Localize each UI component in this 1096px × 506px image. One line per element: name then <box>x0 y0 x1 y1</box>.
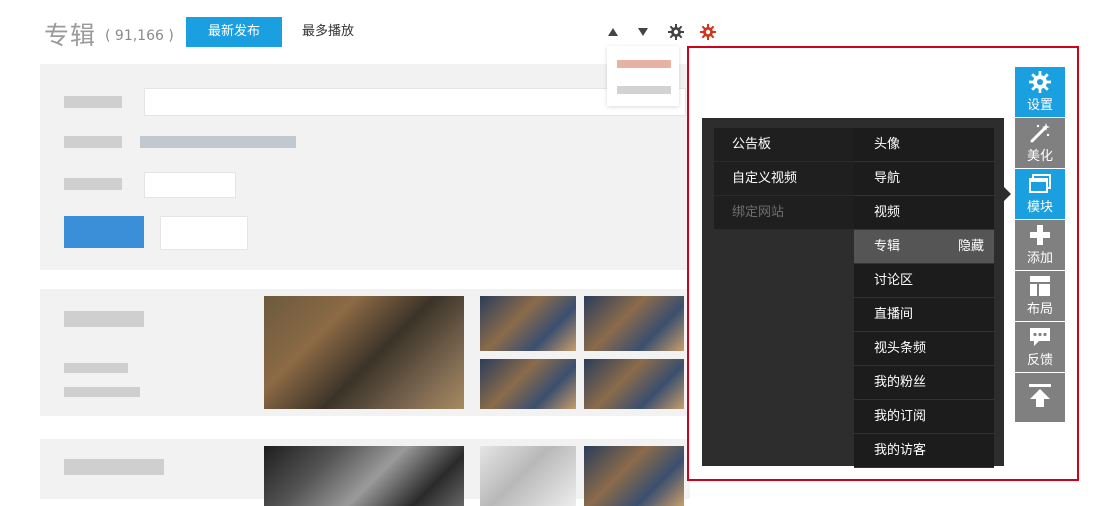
toolbar-label: 布局 <box>1026 302 1053 317</box>
module-menu-right-column: 头像 导航 视频 专辑 隐藏 讨论区 直播间 视头条频 我的粉丝 我的订阅 我的… <box>854 128 994 468</box>
menu-item-navigation[interactable]: 导航 <box>854 162 994 196</box>
video-thumbnail <box>480 296 576 351</box>
album-meta <box>64 363 128 373</box>
gear-icon <box>1029 71 1051 99</box>
video-thumbnail <box>584 296 684 351</box>
menu-item-my-visitors[interactable]: 我的访客 <box>854 434 994 468</box>
menu-item-my-fans[interactable]: 我的粉丝 <box>854 366 994 400</box>
toolbar-label: 设置 <box>1026 98 1053 113</box>
toolbar-add-button[interactable]: 添加 <box>1015 220 1065 270</box>
chat-bubble-icon <box>1028 326 1052 354</box>
form-select <box>144 172 236 198</box>
form-submit-button <box>64 216 144 248</box>
menu-item-bind-website: 绑定网站 <box>714 196 854 230</box>
form-label <box>64 96 122 108</box>
toolbar-label: 反馈 <box>1026 353 1053 368</box>
album-cover <box>264 446 464 506</box>
plus-icon <box>1029 224 1051 252</box>
move-down-icon[interactable] <box>633 22 653 42</box>
sort-dropdown <box>607 46 679 106</box>
album-title <box>64 459 164 475</box>
toolbar-label: 模块 <box>1026 200 1053 215</box>
album-meta <box>64 387 140 397</box>
move-up-icon[interactable] <box>603 22 623 42</box>
video-thumbnail <box>480 359 576 409</box>
settings-active-gear-icon[interactable] <box>698 22 718 42</box>
toolbar-layout-button[interactable]: 布局 <box>1015 271 1065 321</box>
form-input <box>144 88 686 116</box>
menu-item-my-subscriptions[interactable]: 我的订阅 <box>854 400 994 434</box>
module-menu-left-column: 公告板 自定义视频 绑定网站 <box>714 128 854 230</box>
form-cancel-button <box>160 216 248 250</box>
form-label <box>64 136 122 148</box>
menu-item-avatar[interactable]: 头像 <box>854 128 994 162</box>
album-row <box>40 439 690 506</box>
layout-icon <box>1029 275 1051 303</box>
toolbar-beautify-button[interactable]: 美化 <box>1015 118 1065 168</box>
toolbar-modules-button[interactable]: 模块 <box>1015 169 1065 219</box>
side-toolbar: 设置 美化 模块 添加 布局 反馈 <box>1015 67 1065 423</box>
menu-item-videos[interactable]: 视频 <box>854 196 994 230</box>
menu-item-discussion[interactable]: 讨论区 <box>854 264 994 298</box>
menu-pointer-arrow <box>1004 187 1011 201</box>
menu-item-bulletin[interactable]: 公告板 <box>714 128 854 162</box>
video-thumbnail <box>480 446 576 506</box>
form-option <box>140 136 296 148</box>
toolbar-settings-button[interactable]: 设置 <box>1015 67 1065 117</box>
tab-latest[interactable]: 最新发布 <box>186 17 282 47</box>
toolbar-feedback-button[interactable]: 反馈 <box>1015 322 1065 372</box>
magic-wand-icon <box>1029 122 1051 150</box>
menu-item-headline-video[interactable]: 视头条频 <box>854 332 994 366</box>
video-thumbnail <box>584 359 684 409</box>
window-stack-icon <box>1028 173 1052 201</box>
back-to-top-icon <box>1027 382 1053 414</box>
hide-button[interactable]: 隐藏 <box>958 230 984 263</box>
tab-most-played[interactable]: 最多播放 <box>302 17 354 47</box>
module-menu: 公告板 自定义视频 绑定网站 头像 导航 视频 专辑 隐藏 讨论区 直播间 视头… <box>702 118 1004 468</box>
menu-item-albums[interactable]: 专辑 隐藏 <box>854 230 994 264</box>
album-count: ( 91,166 ) <box>105 28 174 44</box>
form-label <box>64 178 122 190</box>
gear-icon[interactable] <box>666 22 686 42</box>
album-title <box>64 311 144 327</box>
album-cover <box>264 296 464 409</box>
album-row <box>40 289 690 416</box>
video-thumbnail <box>584 446 684 506</box>
back-to-top-button[interactable] <box>1015 373 1065 422</box>
toolbar-label: 美化 <box>1026 149 1053 164</box>
menu-item-live-room[interactable]: 直播间 <box>854 298 994 332</box>
menu-item-custom-video[interactable]: 自定义视频 <box>714 162 854 196</box>
toolbar-label: 添加 <box>1026 251 1053 266</box>
edit-form-panel <box>40 64 690 270</box>
page-title: 专辑 <box>44 21 97 50</box>
